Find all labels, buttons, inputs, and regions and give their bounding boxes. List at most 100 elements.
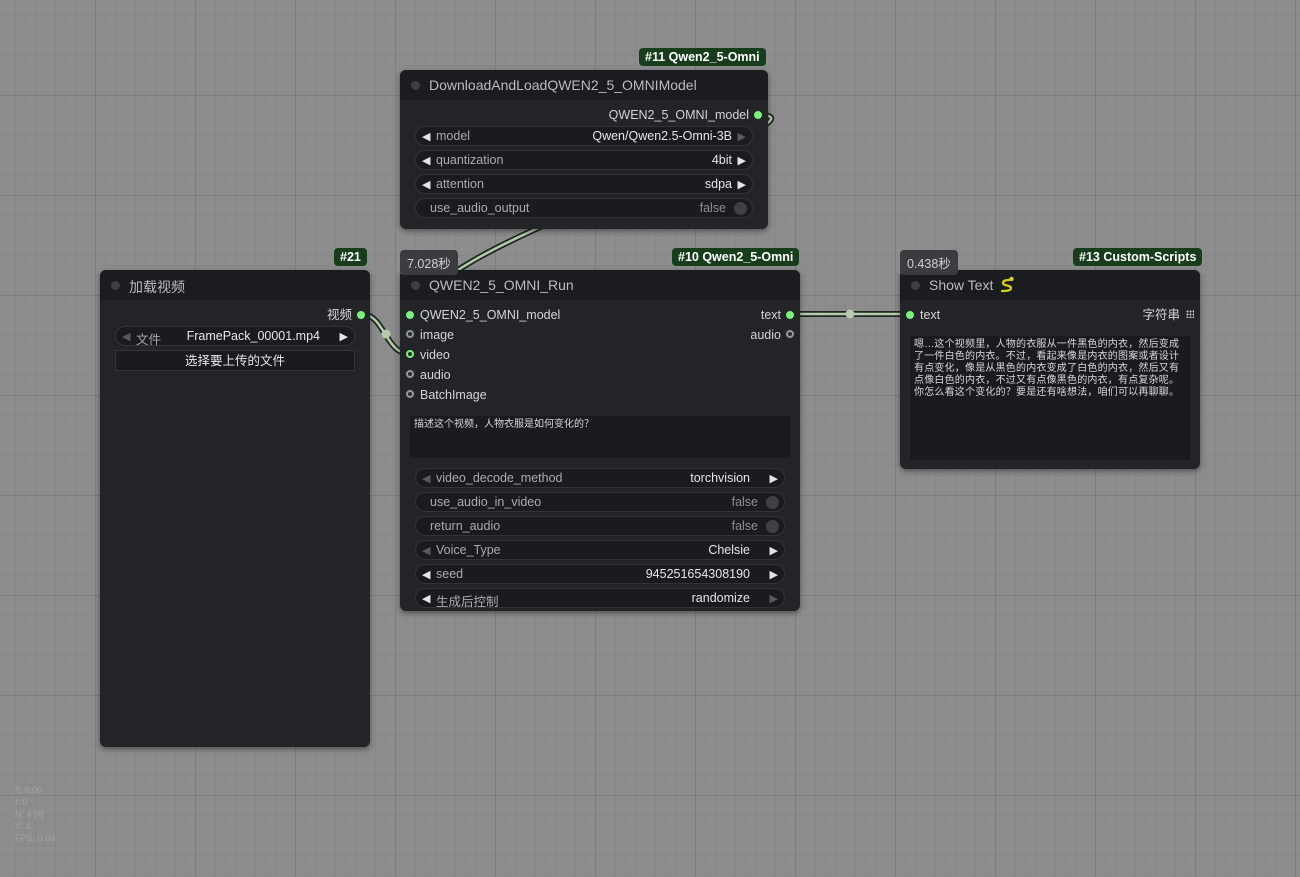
stat-line: T: 0.00 [15, 785, 43, 795]
arrow-left-icon[interactable]: ◀ [122, 330, 130, 343]
output-slot-text[interactable] [786, 311, 794, 319]
model-select[interactable]: ◀ model Qwen/Qwen2.5-Omni-3B ▶ [415, 126, 753, 146]
arrow-left-icon[interactable]: ◀ [422, 544, 430, 557]
arrow-left-icon[interactable]: ◀ [422, 472, 430, 485]
widget-value: 4bit [711, 153, 732, 167]
widget-value: torchvision [690, 471, 750, 485]
download-model-node[interactable]: DownloadAndLoadQWEN2_5_OMNIModel QWEN2_5… [400, 70, 768, 229]
widget-value: sdpa [704, 177, 732, 191]
grid-output-icon[interactable] [1186, 310, 1194, 318]
widget-value: FramePack_00001.mp4 [186, 329, 320, 343]
arrow-right-icon[interactable]: ▶ [340, 330, 348, 343]
widget-label: return_audio [430, 519, 501, 533]
canvas-stats: T: 0.00 I: 0 N: 4 [4] V: 4 FPS: 0.00 [15, 784, 55, 844]
arrow-right-icon[interactable]: ▶ [738, 154, 746, 167]
input-slot-label: video [420, 348, 450, 362]
node-header[interactable]: QWEN2_5_OMNI_Run [400, 270, 800, 300]
input-slot-video[interactable] [406, 350, 414, 358]
output-slot-label: text [760, 308, 781, 322]
collapse-dot[interactable] [911, 281, 920, 290]
widget-value: false [731, 519, 758, 533]
arrow-left-icon[interactable]: ◀ [422, 592, 430, 605]
node-id-badge: #13 Custom-Scripts [1073, 248, 1203, 266]
input-slot-image[interactable] [406, 330, 414, 338]
arrow-right-icon[interactable]: ▶ [770, 568, 778, 581]
widget-value: 945251654308190 [645, 567, 750, 581]
collapse-dot[interactable] [111, 281, 120, 290]
quantization-select[interactable]: ◀ quantization 4bit ▶ [415, 150, 753, 170]
output-slot-label: audio [750, 328, 781, 342]
widget-value: false [699, 201, 726, 215]
arrow-right-icon[interactable]: ▶ [770, 544, 778, 557]
output-text-area[interactable]: 嗯…这个视频里，人物的衣服从一件黑色的内衣，然后变成了一件白色的内衣。不过，看起… [910, 336, 1190, 460]
widget-value: randomize [691, 591, 750, 605]
widget-label: model [436, 129, 471, 143]
collapse-dot[interactable] [411, 281, 420, 290]
node-id-badge: #10 Qwen2_5-Omni [672, 248, 800, 266]
toggle-knob[interactable] [766, 496, 779, 509]
stat-line: V: 4 [15, 821, 31, 831]
execution-time: 0.438秒 [900, 250, 958, 275]
widget-label: quantization [436, 153, 504, 167]
node-title: 加载视频 [129, 279, 185, 295]
input-slot-label: text [920, 308, 941, 322]
arrow-left-icon[interactable]: ◀ [422, 178, 430, 191]
video-decode-method-select[interactable]: ◀ video_decode_method torchvision ▶ [415, 468, 785, 488]
stat-line: N: 4 [4] [15, 809, 45, 819]
node-title: DownloadAndLoadQWEN2_5_OMNIModel [429, 77, 697, 93]
output-slot-label: 视频 [326, 308, 352, 322]
input-slot-label: image [420, 328, 455, 342]
output-slot-model[interactable] [754, 111, 762, 119]
widget-label: 文件 [136, 333, 162, 347]
execution-time: 7.028秒 [400, 250, 458, 275]
arrow-right-icon[interactable]: ▶ [738, 130, 746, 143]
input-slot-label: QWEN2_5_OMNI_model [420, 308, 561, 322]
node-id-badge: #21 [334, 248, 367, 266]
output-slot-audio[interactable] [786, 330, 794, 338]
widget-label: attention [436, 177, 484, 191]
show-text-node[interactable]: Show Text text 字符串 嗯…这个视频里，人物的衣服从一件黑色的内衣… [900, 270, 1200, 469]
return-audio-toggle[interactable]: return_audio false [415, 516, 785, 536]
arrow-left-icon[interactable]: ◀ [422, 130, 430, 143]
upload-file-button[interactable]: 选择要上传的文件 [115, 350, 355, 371]
arrow-right-icon[interactable]: ▶ [738, 178, 746, 191]
prompt-textarea[interactable]: 描述这个视频，人物衣服是如何变化的？ [410, 416, 790, 458]
qwen-run-node[interactable]: QWEN2_5_OMNI_Run QWEN2_5_OMNI_model imag… [400, 270, 800, 611]
seed-number-field[interactable]: ◀ seed 945251654308190 ▶ [415, 564, 785, 584]
widget-label: seed [436, 567, 464, 581]
attention-select[interactable]: ◀ attention sdpa ▶ [415, 174, 753, 194]
voice-type-select[interactable]: ◀ Voice_Type Chelsie ▶ [415, 540, 785, 560]
arrow-left-icon[interactable]: ◀ [422, 568, 430, 581]
widget-label: use_audio_in_video [430, 495, 542, 509]
input-slot-text[interactable] [906, 311, 914, 319]
toggle-knob[interactable] [766, 520, 779, 533]
widget-value: false [731, 495, 758, 509]
collapse-dot[interactable] [411, 81, 420, 90]
input-slot-model[interactable] [406, 311, 414, 319]
node-header[interactable]: DownloadAndLoadQWEN2_5_OMNIModel [400, 70, 768, 100]
node-header[interactable]: 加载视频 [100, 270, 370, 300]
widget-value: Chelsie [708, 543, 750, 557]
output-slot-label: 字符串 [1142, 308, 1180, 322]
file-select[interactable]: ◀ 文件 FramePack_00001.mp4 ▶ [115, 326, 355, 347]
input-slot-audio[interactable] [406, 370, 414, 378]
stat-line: FPS: 0.00 [15, 833, 56, 843]
link-midpoint [381, 329, 391, 339]
toggle-knob[interactable] [734, 202, 747, 215]
node-title: Show Text [929, 277, 994, 293]
arrow-right-icon[interactable]: ▶ [770, 592, 778, 605]
input-slot-label: audio [420, 368, 451, 382]
use-audio-in-video-toggle[interactable]: use_audio_in_video false [415, 492, 785, 512]
control-after-generate-select[interactable]: ◀ 生成后控制 randomize ▶ [415, 588, 785, 609]
arrow-left-icon[interactable]: ◀ [422, 154, 430, 167]
load-video-node[interactable]: 加载视频 视频 ◀ 文件 FramePack_00001.mp4 ▶ 选择要上传… [100, 270, 370, 747]
widget-label: Voice_Type [436, 543, 501, 557]
input-slot-batchimage[interactable] [406, 390, 414, 398]
arrow-right-icon[interactable]: ▶ [770, 472, 778, 485]
use-audio-output-toggle[interactable]: use_audio_output false [415, 198, 753, 218]
output-slot-video[interactable] [357, 311, 365, 319]
input-slot-label: BatchImage [420, 388, 487, 402]
widget-label: 生成后控制 [436, 595, 499, 609]
node-title: QWEN2_5_OMNI_Run [429, 277, 574, 293]
widget-label: video_decode_method [436, 471, 563, 485]
